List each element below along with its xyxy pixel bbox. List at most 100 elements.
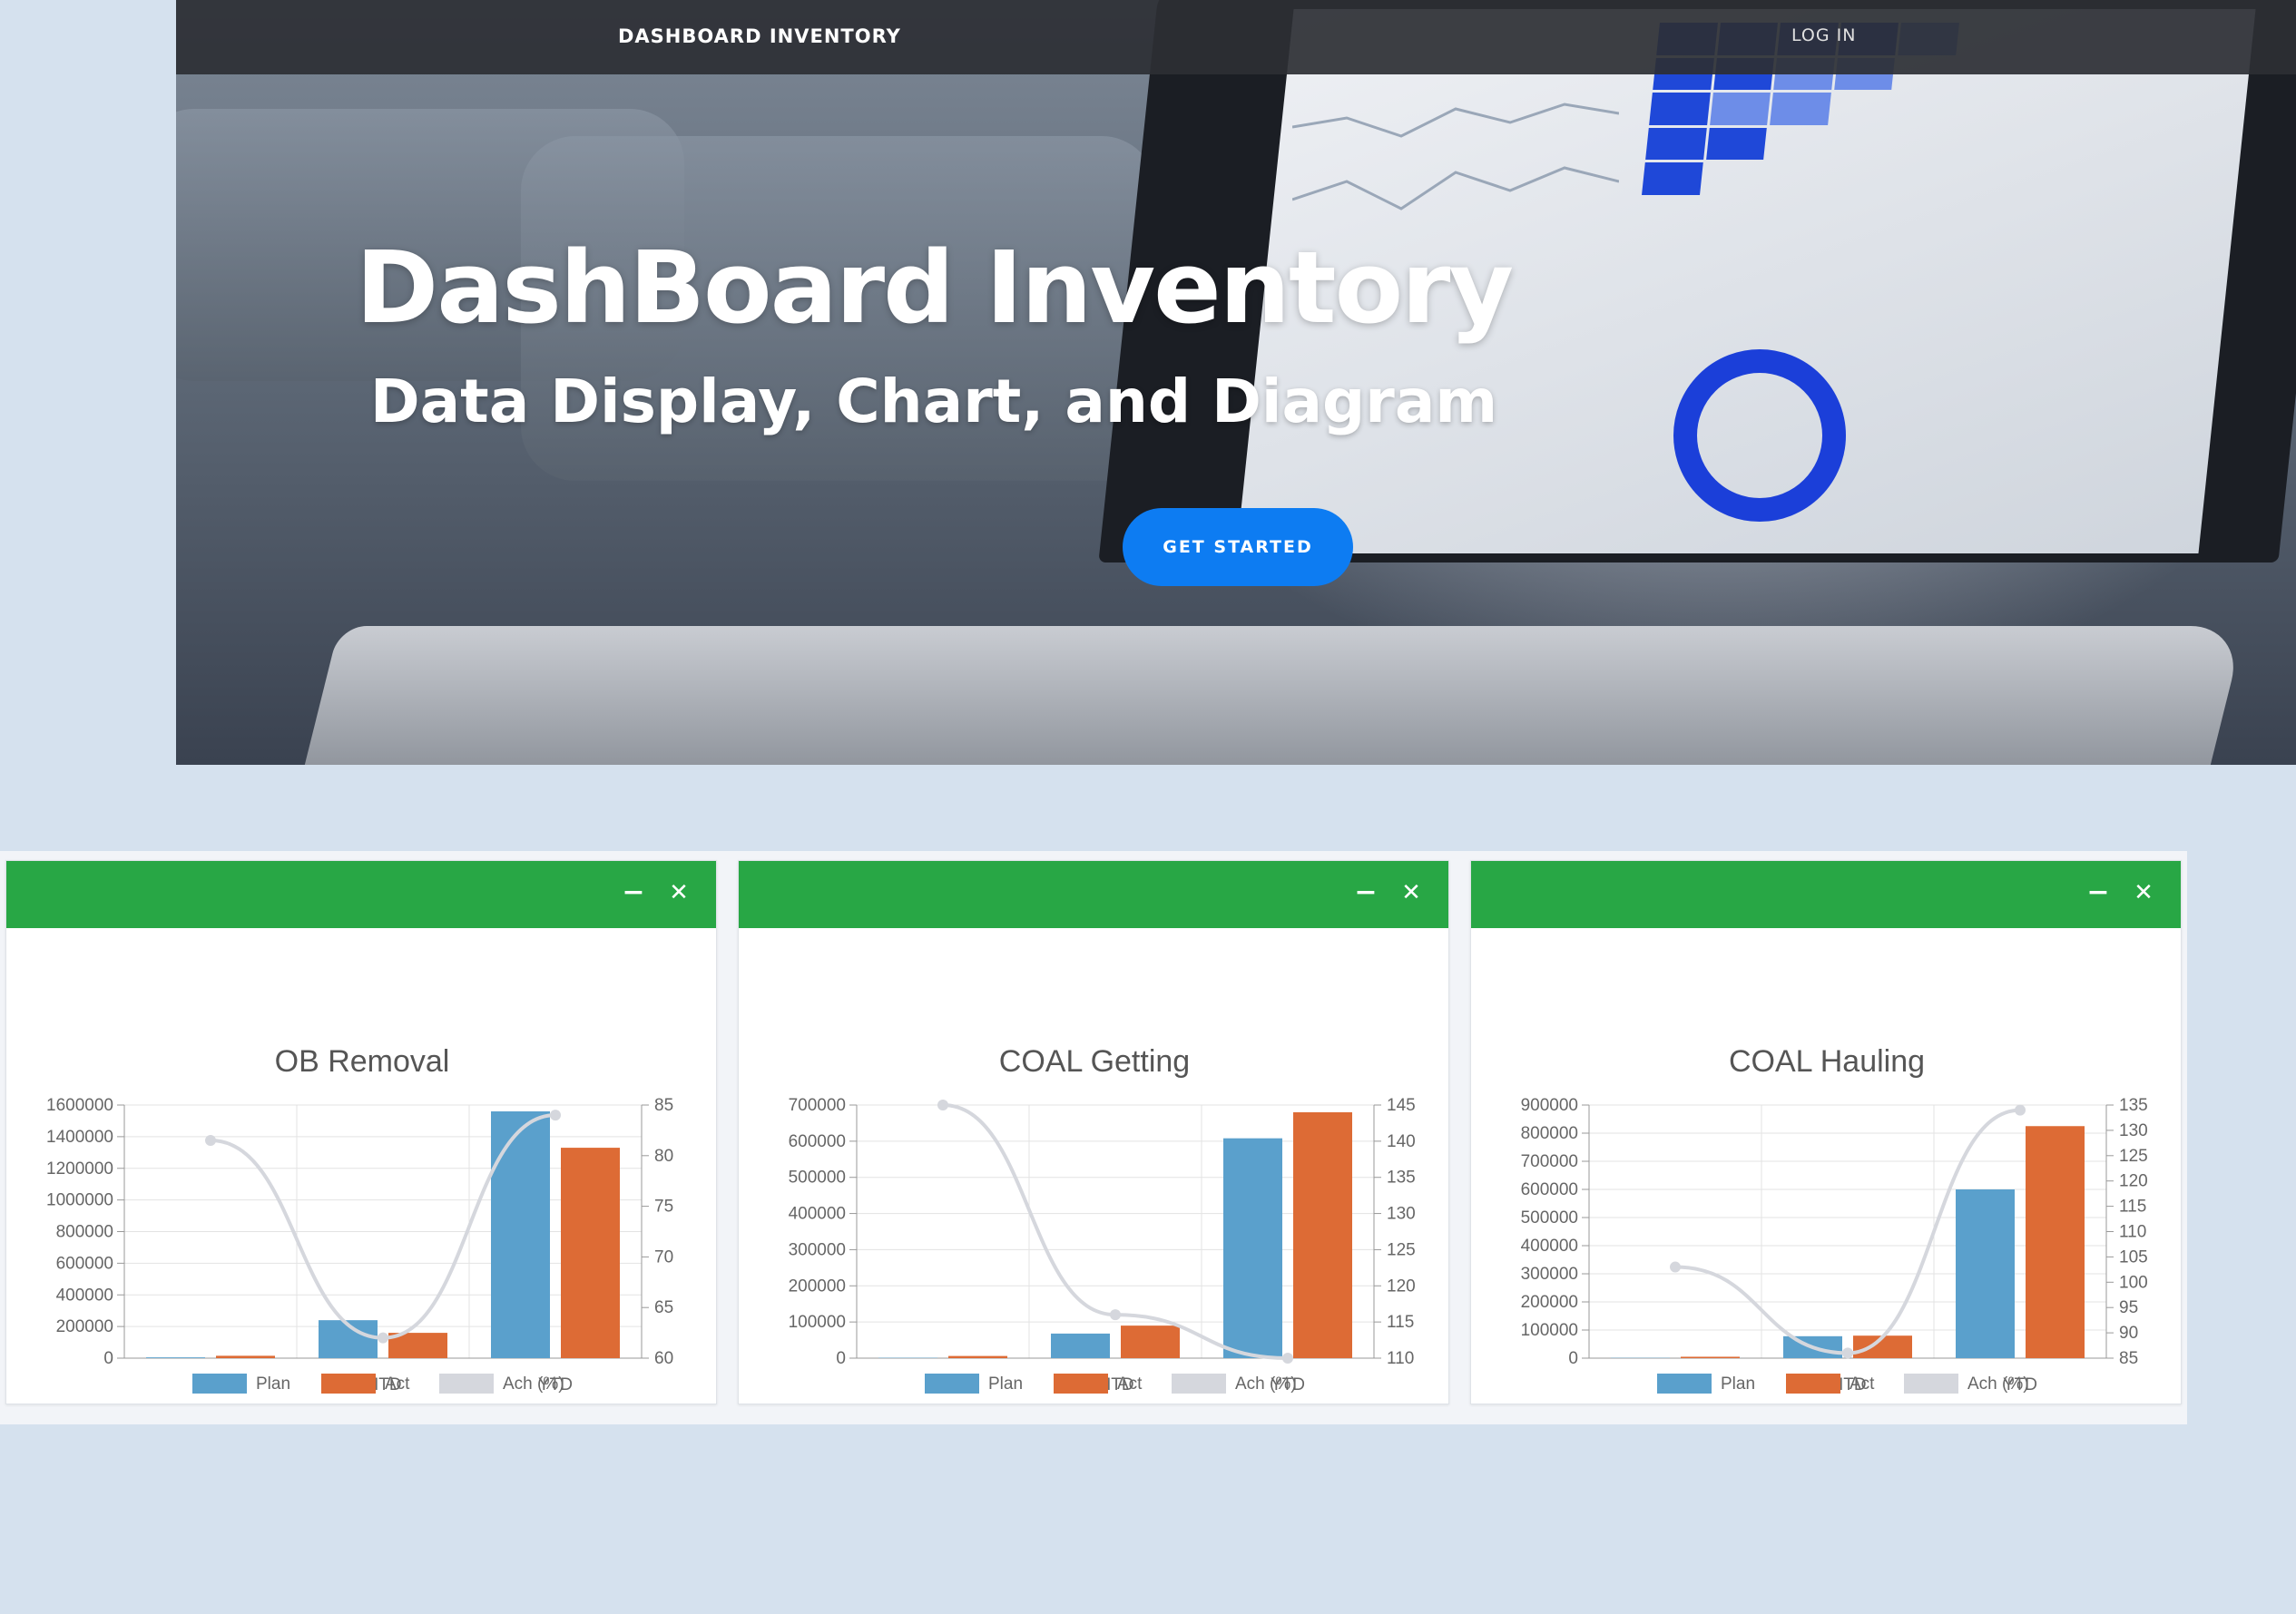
- bar-plan: [1051, 1333, 1110, 1358]
- y-right-tick-label: 85: [654, 1096, 673, 1115]
- legend-label: Plan: [988, 1374, 1023, 1394]
- minus-icon[interactable]: −: [618, 877, 649, 908]
- y-left-tick-label: 0: [103, 1349, 113, 1368]
- y-right-tick-label: 130: [2119, 1121, 2148, 1140]
- point-ach: [1842, 1347, 1853, 1359]
- hero-title: DashBoard Inventory: [355, 230, 1514, 346]
- legend-swatch: [1172, 1374, 1226, 1394]
- point-ach: [1670, 1261, 1681, 1273]
- bar-plan: [1223, 1138, 1282, 1358]
- y-left-tick-label: 500000: [1521, 1208, 1578, 1228]
- y-right-tick-label: 70: [654, 1247, 673, 1267]
- y-left-tick-label: 600000: [1521, 1180, 1578, 1199]
- bar-act: [1681, 1356, 1740, 1358]
- y-left-tick-label: 500000: [789, 1169, 846, 1188]
- legend-label: Ach (%): [503, 1374, 564, 1394]
- y-left-tick-label: 600000: [56, 1254, 113, 1273]
- y-left-tick-label: 800000: [1521, 1124, 1578, 1143]
- y-left-tick-label: 1400000: [46, 1128, 113, 1147]
- laptop-donut-chart: [1673, 349, 1846, 522]
- y-right-tick-label: 80: [654, 1147, 673, 1166]
- chart-title: OB Removal: [275, 1044, 450, 1079]
- y-left-tick-label: 400000: [789, 1205, 846, 1224]
- panel-header: − ✕: [739, 861, 1448, 928]
- close-icon[interactable]: ✕: [1396, 877, 1427, 908]
- y-right-tick-label: 130: [1387, 1205, 1416, 1224]
- y-right-tick-label: 100: [2119, 1273, 2148, 1292]
- legend-swatch: [192, 1374, 247, 1394]
- y-right-tick-label: 145: [1387, 1096, 1416, 1115]
- y-left-tick-label: 200000: [1521, 1293, 1578, 1312]
- y-left-tick-label: 600000: [789, 1132, 846, 1151]
- y-right-tick-label: 115: [2119, 1198, 2146, 1217]
- y-right-tick-label: 90: [2119, 1324, 2138, 1343]
- minus-icon[interactable]: −: [2083, 877, 2114, 908]
- bar-act: [1121, 1325, 1180, 1358]
- point-ach: [378, 1332, 388, 1344]
- bar-act: [2026, 1126, 2085, 1358]
- y-right-tick-label: 140: [1387, 1132, 1416, 1151]
- navbar: DASHBOARD INVENTORY LOG IN: [176, 0, 2296, 74]
- y-left-tick-label: 300000: [1521, 1265, 1578, 1284]
- panel-ob-removal: − ✕ OB Removal 0 200000 400000 600000 800000 1…: [5, 860, 717, 1404]
- y-right-tick-label: 110: [2119, 1223, 2146, 1242]
- y-right-tick-label: 120: [2119, 1172, 2148, 1191]
- bar-act: [561, 1148, 620, 1358]
- legend-label: Act: [385, 1374, 410, 1394]
- bar-plan: [491, 1110, 550, 1358]
- bar-plan: [146, 1357, 205, 1358]
- panel-coal-hauling: − ✕ COAL Hauling 0 100000 200000 300000 40000…: [1470, 860, 2182, 1404]
- point-ach: [1282, 1353, 1293, 1364]
- y-right-tick-label: 75: [654, 1198, 673, 1217]
- y-right-tick-label: 60: [654, 1349, 673, 1368]
- chart-ob-removal: OB Removal 0 200000 400000 600000 800000 10000…: [46, 1044, 673, 1394]
- point-ach: [550, 1110, 561, 1121]
- bar-act: [948, 1355, 1007, 1358]
- panel-coal-getting: − ✕ COAL Getting 0 100000 200000 300000 40000…: [738, 860, 1449, 1404]
- legend-swatch: [1786, 1374, 1840, 1394]
- chart-title: COAL Hauling: [1729, 1044, 1925, 1079]
- chart-coal-hauling: COAL Hauling 0 100000 200000 300000 400000 500…: [1521, 1044, 2148, 1394]
- y-right-tick-label: 65: [654, 1298, 673, 1317]
- y-left-tick-label: 400000: [1521, 1237, 1578, 1256]
- bar-plan: [1956, 1189, 2015, 1358]
- login-link[interactable]: LOG IN: [1791, 25, 1856, 45]
- chart-coal-getting: COAL Getting 0 100000 200000 300000 400000 500…: [789, 1044, 1416, 1394]
- y-right-tick-label: 115: [1387, 1313, 1414, 1332]
- y-right-tick-label: 85: [2119, 1349, 2138, 1368]
- y-left-tick-label: 0: [1568, 1349, 1578, 1368]
- legend-label: Ach (%): [1967, 1374, 2029, 1394]
- bar-act: [1293, 1111, 1352, 1358]
- legend-label: Act: [1850, 1374, 1875, 1394]
- y-right-tick-label: 135: [2119, 1096, 2148, 1115]
- y-right-tick-label: 105: [2119, 1247, 2148, 1267]
- y-left-tick-label: 900000: [1521, 1096, 1578, 1115]
- laptop-base: [303, 626, 2245, 765]
- close-icon[interactable]: ✕: [2128, 877, 2159, 908]
- panel-header: − ✕: [1471, 861, 2181, 928]
- y-left-tick-label: 400000: [56, 1286, 113, 1305]
- y-right-tick-label: 125: [1387, 1240, 1416, 1259]
- minus-icon[interactable]: −: [1350, 877, 1381, 908]
- brand-logo-text[interactable]: DASHBOARD INVENTORY: [618, 25, 901, 47]
- hero-subtitle: Data Display, Chart, and Diagram: [369, 367, 1498, 436]
- laptop-mini-chart: [1292, 103, 1619, 210]
- y-right-tick-label: 125: [2119, 1147, 2148, 1166]
- get-started-button[interactable]: GET STARTED: [1123, 508, 1353, 586]
- legend-swatch: [321, 1374, 376, 1394]
- point-ach: [205, 1135, 216, 1147]
- y-left-tick-label: 0: [836, 1349, 846, 1368]
- y-left-tick-label: 1200000: [46, 1159, 113, 1179]
- y-left-tick-label: 800000: [56, 1223, 113, 1242]
- y-right-tick-label: 120: [1387, 1277, 1416, 1296]
- y-left-tick-label: 700000: [789, 1096, 846, 1115]
- point-ach: [1110, 1309, 1121, 1321]
- close-icon[interactable]: ✕: [663, 877, 694, 908]
- y-left-tick-label: 200000: [56, 1317, 113, 1336]
- y-left-tick-label: 200000: [789, 1277, 846, 1296]
- legend-label: Ach (%): [1235, 1374, 1297, 1394]
- y-left-tick-label: 1600000: [46, 1096, 113, 1115]
- y-left-tick-label: 1000000: [46, 1191, 113, 1210]
- y-right-tick-label: 110: [1387, 1349, 1414, 1368]
- legend-swatch: [1904, 1374, 1958, 1394]
